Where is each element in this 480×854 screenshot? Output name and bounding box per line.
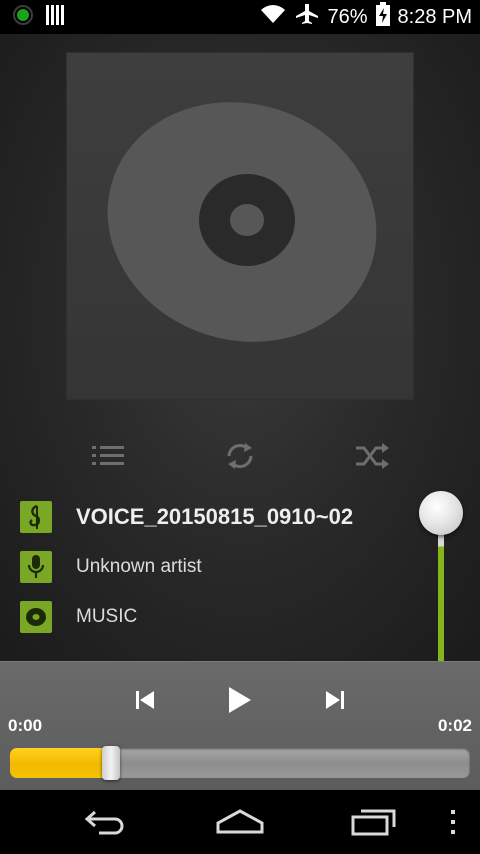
previous-button[interactable] — [120, 678, 170, 722]
shuffle-icon — [356, 443, 389, 469]
next-button[interactable] — [310, 678, 360, 722]
track-artist-row: Unknown artist — [20, 549, 202, 585]
volume-slider-handle[interactable] — [419, 491, 463, 535]
microphone-icon — [20, 551, 52, 583]
track-album: MUSIC — [76, 606, 138, 627]
album-art — [66, 52, 414, 400]
recents-icon — [351, 809, 396, 836]
home-icon — [216, 809, 264, 834]
track-album-row: MUSIC — [20, 599, 137, 635]
barcode-notification-icon — [46, 4, 64, 30]
overflow-menu-button[interactable] — [430, 790, 476, 854]
transport-panel: 0:00 0:02 — [0, 661, 480, 791]
back-button[interactable] — [66, 790, 146, 854]
elapsed-time: 0:00 — [8, 716, 43, 735]
track-title: VOICE_20150815_0910~02 — [76, 504, 354, 529]
clock: 8:28 PM — [397, 5, 472, 28]
wifi-icon — [259, 3, 287, 31]
track-title-row: VOICE_20150815_0910~02 — [20, 499, 353, 535]
seek-handle[interactable] — [102, 746, 120, 780]
overflow-menu-icon — [451, 810, 455, 834]
playback-mode-row — [0, 434, 480, 478]
airplane-mode-icon — [295, 3, 319, 31]
recent-apps-button[interactable] — [334, 790, 414, 854]
playlist-button[interactable] — [86, 434, 130, 478]
previous-icon — [136, 691, 154, 709]
status-bar: 76% 8:28 PM — [0, 0, 480, 34]
seek-progress — [10, 748, 111, 778]
back-icon — [84, 810, 124, 835]
shuffle-button[interactable] — [350, 434, 394, 478]
battery-charging-icon — [375, 2, 390, 32]
total-duration: 0:02 — [437, 716, 472, 735]
green-dot-notification-icon — [12, 4, 34, 31]
navigation-bar — [0, 790, 480, 854]
repeat-button[interactable] — [218, 434, 262, 478]
home-button[interactable] — [200, 790, 280, 854]
play-icon — [229, 687, 251, 713]
next-icon — [326, 691, 344, 709]
play-button[interactable] — [214, 678, 264, 722]
now-playing-area: VOICE_20150815_0910~02 Unknown artist MU… — [0, 34, 480, 674]
album-disc-icon — [20, 601, 52, 633]
track-artist: Unknown artist — [76, 556, 202, 577]
seek-bar[interactable] — [10, 746, 470, 780]
battery-percent: 76% — [327, 5, 368, 28]
disc-icon — [107, 102, 377, 342]
repeat-icon — [227, 443, 253, 469]
music-note-icon — [20, 501, 52, 533]
volume-slider-track[interactable] — [438, 524, 444, 674]
playlist-icon — [92, 446, 124, 465]
